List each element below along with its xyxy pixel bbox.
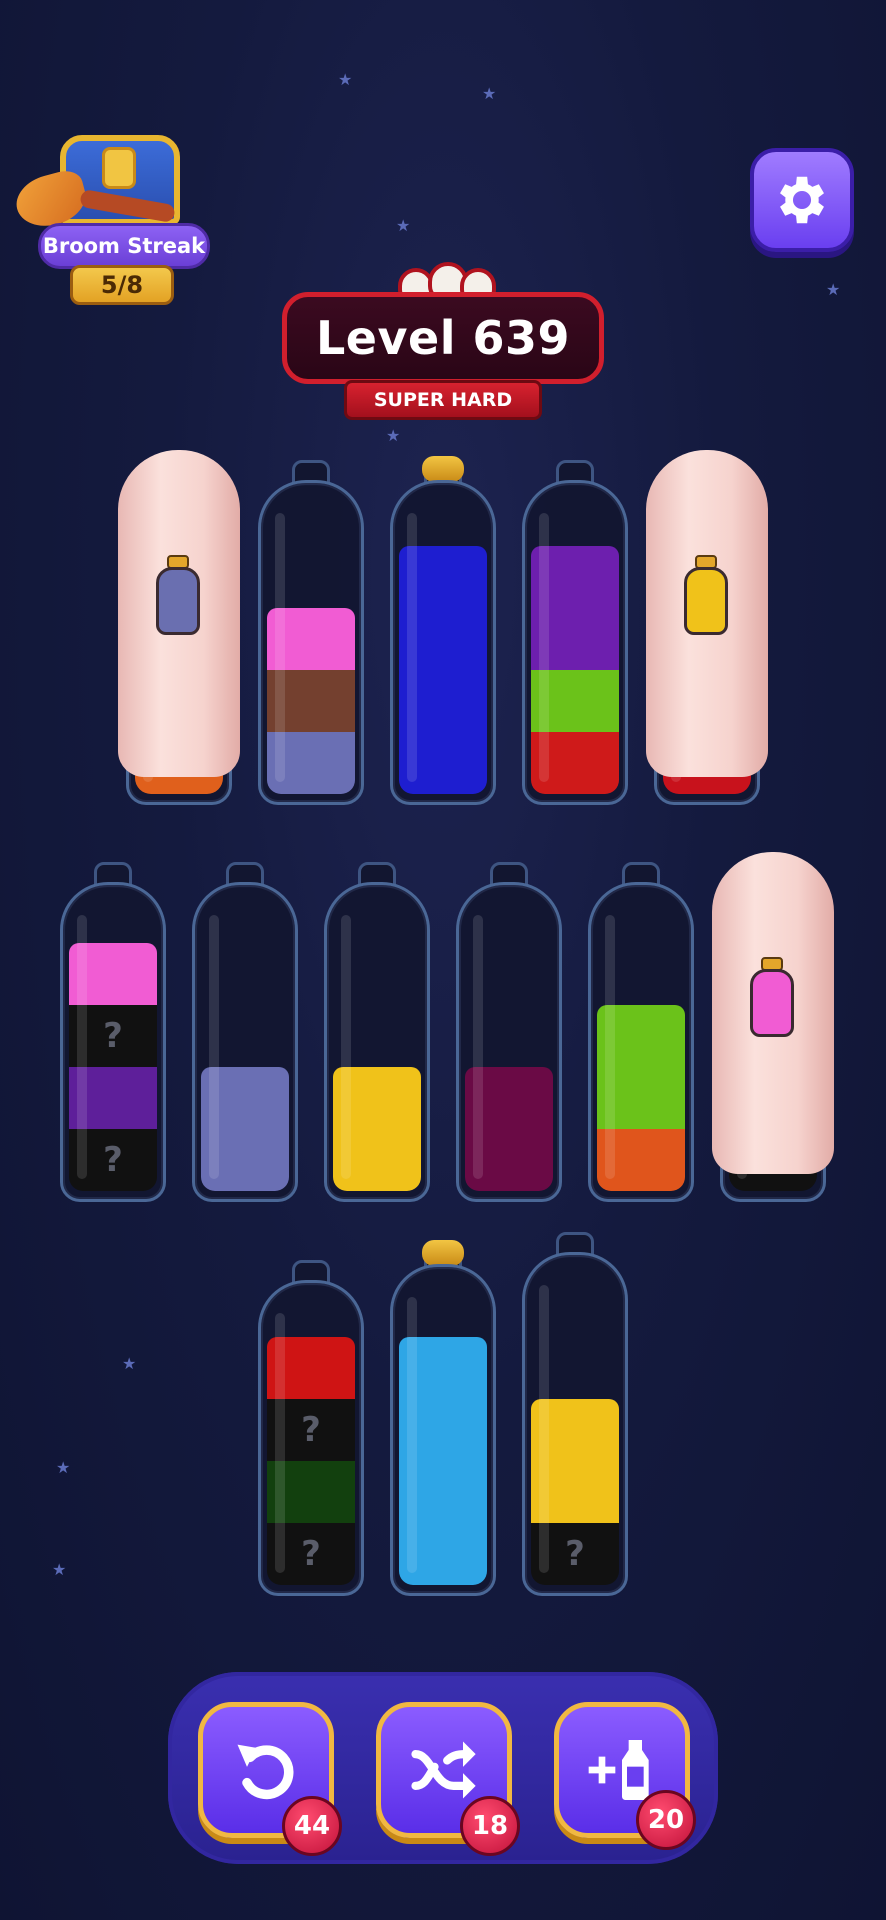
- bottle-1-4[interactable]: [522, 460, 628, 805]
- bottle-1-3[interactable]: [390, 456, 496, 805]
- bottle-glass: [192, 882, 298, 1202]
- bottle-2-4[interactable]: [456, 862, 562, 1202]
- lock-icon: [102, 147, 136, 189]
- bottle-2-5[interactable]: [588, 862, 694, 1202]
- bottle-glass: [522, 480, 628, 805]
- undo-count-badge: 44: [282, 1796, 342, 1856]
- bottle-1-2[interactable]: [258, 460, 364, 805]
- gear-icon: [780, 176, 824, 224]
- bottle-glass: [390, 480, 496, 805]
- cloth-cover: [712, 852, 834, 1174]
- star-decoration: ★: [52, 1560, 67, 1579]
- level-banner: Level 639: [282, 292, 604, 384]
- bottle-2-6[interactable]: [712, 852, 834, 1202]
- star-decoration: ★: [56, 1458, 71, 1477]
- glass-shine: [341, 915, 351, 1179]
- glass-shine: [407, 1297, 417, 1573]
- bottle-1-1[interactable]: [118, 450, 240, 805]
- star-decoration: ★: [338, 70, 353, 89]
- bottle-glass: [324, 882, 430, 1202]
- glass-shine: [275, 1313, 285, 1573]
- star-decoration: ★: [122, 1354, 137, 1373]
- hint-bottle-icon: [156, 555, 200, 635]
- bottle-2-1[interactable]: ??: [60, 862, 166, 1202]
- bottle-3-2[interactable]: [390, 1240, 496, 1596]
- star-decoration: ★: [386, 426, 401, 445]
- bottle-glass: ??: [258, 1280, 364, 1596]
- bottle-2-2[interactable]: [192, 862, 298, 1202]
- hint-bottle-icon: [684, 555, 728, 635]
- bottle-1-5[interactable]: [646, 450, 768, 805]
- bottle-glass: [456, 882, 562, 1202]
- settings-button[interactable]: [750, 148, 854, 252]
- mini-bottle-body: [750, 969, 794, 1037]
- broom-streak-label: Broom Streak: [38, 223, 210, 269]
- shuffle-icon: [411, 1741, 476, 1799]
- cloth-cover: [646, 450, 768, 777]
- difficulty-label: SUPER HARD: [344, 380, 542, 420]
- star-decoration: ★: [396, 216, 411, 235]
- cork-icon: [422, 456, 464, 482]
- broom-streak-chest[interactable]: Broom Streak 5/8: [10, 115, 210, 305]
- glass-shine: [407, 513, 417, 782]
- glass-shine: [209, 915, 219, 1179]
- hint-bottle-icon: [750, 957, 794, 1037]
- undo-icon: [237, 1744, 294, 1800]
- cloth-cover: [118, 450, 240, 777]
- bottle-glass: ?: [522, 1252, 628, 1596]
- bottle-glass: [588, 882, 694, 1202]
- bottle-3-1[interactable]: ??: [258, 1260, 364, 1596]
- broom-streak-count: 5/8: [70, 265, 174, 305]
- shuffle-count-badge: 18: [460, 1796, 520, 1856]
- add-bottle-count-badge: 20: [636, 1790, 696, 1850]
- bottle-glass: [390, 1264, 496, 1596]
- glass-shine: [275, 513, 285, 782]
- bottle-glass: ??: [60, 882, 166, 1202]
- star-decoration: ★: [826, 280, 841, 299]
- mini-bottle-body: [684, 567, 728, 635]
- level-title: Level 639: [316, 311, 570, 365]
- bottle-2-3[interactable]: [324, 862, 430, 1202]
- mini-bottle-body: [156, 567, 200, 635]
- glass-shine: [473, 915, 483, 1179]
- glass-shine: [539, 513, 549, 782]
- bottle-glass: [258, 480, 364, 805]
- glass-shine: [605, 915, 615, 1179]
- bottle-3-3[interactable]: ?: [522, 1232, 628, 1596]
- cork-icon: [422, 1240, 464, 1266]
- glass-shine: [77, 915, 87, 1179]
- star-decoration: ★: [482, 84, 497, 103]
- glass-shine: [539, 1285, 549, 1573]
